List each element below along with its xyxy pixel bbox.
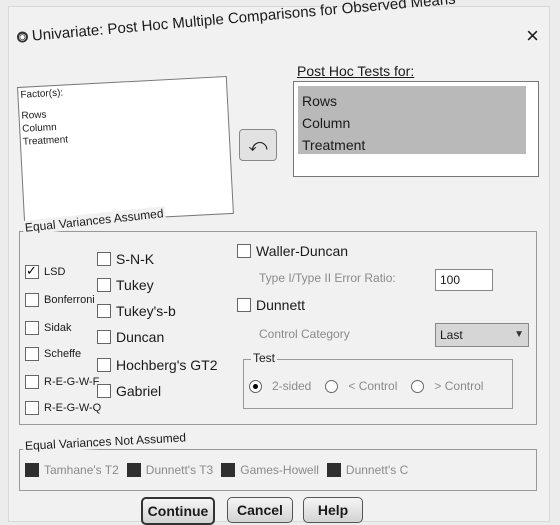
duncan-option[interactable]: Duncan (97, 329, 164, 345)
regwq-checkbox[interactable] (25, 401, 39, 415)
snk-checkbox[interactable] (97, 252, 111, 266)
sidak-label: Sidak (44, 322, 72, 334)
close-icon[interactable]: × (526, 23, 539, 49)
continue-button[interactable]: Continue (141, 497, 215, 525)
lsd-label: LSD (44, 266, 66, 278)
post-hoc-tests-label: Post Hoc Tests for: (297, 63, 415, 79)
post-hoc-item-column[interactable]: Column (302, 112, 365, 134)
regwq-option[interactable]: R-E-G-W-Q (25, 401, 101, 415)
waller-duncan-checkbox[interactable] (237, 244, 251, 258)
factors-listbox[interactable]: Factor(s): Rows Column Treatment (17, 76, 234, 225)
regwf-label: R-E-G-W-F (44, 376, 100, 388)
gabriel-label: Gabriel (116, 383, 162, 399)
cancel-button[interactable]: Cancel (227, 497, 293, 523)
scheffe-label: Scheffe (44, 348, 82, 360)
test-label: Test (251, 351, 278, 365)
scheffe-checkbox[interactable] (25, 347, 39, 361)
tukeys-b-label: Tukey's-b (116, 303, 176, 319)
regwq-label: R-E-G-W-Q (44, 402, 102, 414)
dunnett-c-label: Dunnett's C (345, 463, 409, 477)
dunnett-label: Dunnett (256, 297, 306, 313)
greater-control-radio[interactable] (411, 379, 425, 393)
tukey-option[interactable]: Tukey (97, 277, 154, 293)
gabriel-checkbox[interactable] (97, 384, 111, 398)
snk-option[interactable]: S-N-K (97, 251, 154, 267)
post-hoc-dialog: ◉ Univariate: Post Hoc Multiple Comparis… (8, 0, 550, 525)
bonferroni-label: Bonferroni (44, 294, 95, 306)
chevron-down-icon: ▼ (514, 329, 524, 340)
dialog-title-text: Univariate: Post Hoc Multiple Comparison… (31, 0, 457, 45)
post-hoc-item-rows[interactable]: Rows (302, 90, 365, 112)
hochberg-checkbox[interactable] (97, 358, 111, 372)
tukey-checkbox[interactable] (97, 278, 111, 292)
move-factor-button[interactable]: ⤺ (239, 129, 277, 161)
control-category-label: Control Category (259, 327, 350, 341)
factors-label: Factor(s): (20, 87, 64, 101)
two-sided-label: 2-sided (272, 379, 312, 393)
test-options: 2-sided < Control > Control (249, 379, 483, 393)
greater-control-label: > Control (434, 379, 484, 393)
post-hoc-item-treatment[interactable]: Treatment (302, 134, 365, 156)
control-category-value: Last (440, 328, 463, 342)
tukey-label: Tukey (116, 277, 154, 293)
control-category-select[interactable]: Last ▼ (435, 323, 529, 347)
hochberg-option[interactable]: Hochberg's GT2 (97, 357, 218, 373)
dunnett-t3-checkbox[interactable] (126, 463, 141, 477)
dialog-title: ◉ Univariate: Post Hoc Multiple Comparis… (16, 0, 456, 46)
games-howell-label: Games-Howell (240, 463, 319, 477)
gabriel-option[interactable]: Gabriel (97, 383, 161, 399)
lsd-checkbox[interactable] (25, 263, 39, 279)
two-sided-radio[interactable] (249, 379, 262, 393)
hochberg-label: Hochberg's GT2 (116, 357, 218, 373)
tukeys-b-option[interactable]: Tukey's-b (97, 303, 176, 319)
help-button[interactable]: Help (303, 497, 363, 523)
sidak-option[interactable]: Sidak (25, 321, 72, 335)
duncan-checkbox[interactable] (97, 330, 111, 344)
less-control-radio[interactable] (325, 379, 339, 393)
bonferroni-checkbox[interactable] (25, 293, 39, 307)
regwf-checkbox[interactable] (25, 375, 39, 389)
tukeys-b-checkbox[interactable] (97, 304, 111, 318)
app-icon: ◉ (16, 31, 29, 43)
post-hoc-tests-listbox[interactable]: Rows Column Treatment (293, 81, 539, 177)
error-ratio-field[interactable]: 100 (435, 269, 493, 291)
error-ratio-label: Type I/Type II Error Ratio: (259, 271, 396, 285)
waller-duncan-option[interactable]: Waller-Duncan (237, 243, 348, 259)
lsd-option[interactable]: LSD (25, 263, 66, 279)
dunnett-option[interactable]: Dunnett (237, 297, 305, 313)
not-equal-options: Tamhane's T2 Dunnett's T3 Games-Howell D… (25, 463, 408, 477)
dunnett-c-checkbox[interactable] (326, 463, 341, 477)
tamhane-checkbox[interactable] (25, 463, 39, 477)
dunnett-t3-label: Dunnett's T3 (145, 463, 214, 477)
factor-item-treatment[interactable]: Treatment (23, 133, 69, 148)
duncan-label: Duncan (116, 329, 165, 345)
regwf-option[interactable]: R-E-G-W-F (25, 375, 99, 389)
dunnett-checkbox[interactable] (237, 298, 251, 312)
waller-duncan-label: Waller-Duncan (256, 243, 349, 259)
arrow-left-icon: ⤺ (248, 134, 268, 155)
tamhane-label: Tamhane's T2 (44, 463, 119, 477)
scheffe-option[interactable]: Scheffe (25, 347, 81, 361)
bonferroni-option[interactable]: Bonferroni (25, 293, 95, 307)
snk-label: S-N-K (116, 251, 155, 267)
sidak-checkbox[interactable] (25, 321, 39, 335)
games-howell-checkbox[interactable] (221, 463, 236, 477)
less-control-label: < Control (348, 379, 398, 393)
